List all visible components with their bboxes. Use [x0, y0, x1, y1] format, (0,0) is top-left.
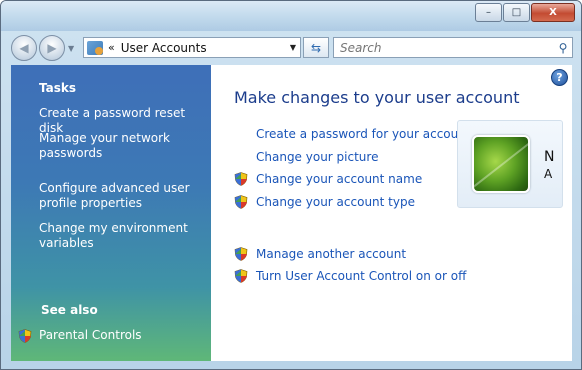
toggle-uac-link[interactable]: Turn User Account Control on or off [256, 269, 466, 283]
tasks-heading: Tasks [39, 81, 77, 95]
search-icon[interactable]: ⚲ [554, 41, 572, 55]
page-title: Make changes to your user account [234, 88, 520, 107]
see-also-heading: See also [41, 303, 98, 317]
task-link-profile-properties[interactable]: Configure advanced user profile properti… [39, 181, 204, 211]
shield-icon [18, 329, 32, 343]
address-dropdown-icon[interactable]: ▼ [286, 43, 300, 52]
forward-button[interactable]: ▶ [39, 35, 65, 61]
task-link-environment-variables[interactable]: Change my environment variables [39, 221, 204, 251]
maximize-button[interactable]: □ [503, 3, 530, 22]
user-account-type: A [544, 167, 553, 181]
search-box[interactable]: ⚲ [333, 37, 573, 58]
caption-buttons: – □ X [474, 3, 575, 22]
user-card: N A [457, 120, 563, 208]
breadcrumb-chevron-icon[interactable]: « [108, 41, 115, 54]
forward-arrow-icon: ▶ [47, 41, 57, 55]
change-picture-link[interactable]: Change your picture [256, 150, 378, 164]
manage-another-account-link[interactable]: Manage another account [256, 247, 406, 261]
uac-shield-icon [234, 172, 248, 186]
see-also-parental-controls[interactable]: Parental Controls [39, 328, 204, 343]
uac-shield-icon [234, 247, 248, 261]
task-pane: Tasks Create a password reset disk Manag… [11, 65, 211, 361]
refresh-icon: ⇆ [310, 40, 322, 55]
address-path[interactable]: User Accounts [121, 41, 286, 55]
main-content: ? Make changes to your user account Crea… [211, 65, 572, 361]
user-accounts-window: – □ X ◀ ▶ ▼ « User Accounts ▼ ⇆ ⚲ Tasks … [0, 0, 582, 370]
address-bar[interactable]: « User Accounts ▼ [83, 37, 301, 58]
uac-shield-icon [234, 269, 248, 283]
change-account-type-link[interactable]: Change your account type [256, 195, 415, 209]
back-arrow-icon: ◀ [19, 41, 29, 55]
avatar[interactable] [472, 135, 530, 193]
close-button[interactable]: X [531, 3, 575, 22]
user-accounts-icon [87, 40, 103, 55]
nav-buttons: ◀ ▶ ▼ [11, 35, 74, 61]
create-password-link[interactable]: Create a password for your account [256, 127, 471, 141]
task-link-network-passwords[interactable]: Manage your network passwords [39, 131, 204, 161]
user-name: N [544, 149, 555, 165]
recent-pages-dropdown-icon[interactable]: ▼ [68, 44, 74, 53]
minimize-button[interactable]: – [475, 3, 502, 22]
help-icon[interactable]: ? [551, 69, 568, 86]
back-button[interactable]: ◀ [11, 35, 37, 61]
title-bar[interactable]: – □ X [1, 1, 581, 31]
uac-shield-icon [234, 195, 248, 209]
search-input[interactable] [334, 39, 554, 56]
refresh-button[interactable]: ⇆ [303, 37, 329, 58]
change-account-name-link[interactable]: Change your account name [256, 172, 422, 186]
